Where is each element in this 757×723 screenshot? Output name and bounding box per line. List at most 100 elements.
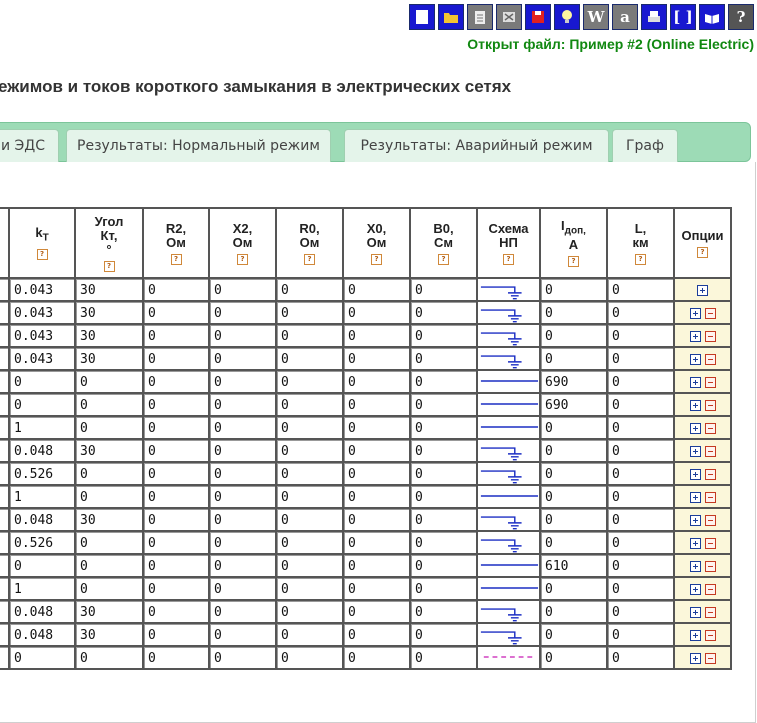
line-scheme-icon[interactable] [478, 555, 539, 576]
idop-field[interactable]: 0 [541, 440, 606, 461]
b0-field[interactable]: 0 [411, 348, 476, 369]
partial-field[interactable] [0, 279, 8, 300]
angle-field[interactable]: 0 [76, 486, 142, 507]
partial-field[interactable] [0, 417, 8, 438]
grounded-scheme-icon[interactable] [478, 440, 539, 461]
help-icon[interactable]: ? [371, 253, 382, 265]
r0-field[interactable]: 0 [277, 394, 342, 415]
r0-field[interactable]: 0 [277, 463, 342, 484]
kt-field[interactable]: 0 [10, 555, 74, 576]
r2-field[interactable]: 0 [144, 532, 208, 553]
x2-field[interactable]: 0 [210, 509, 275, 530]
l-field[interactable]: 0 [608, 624, 673, 645]
delete-row-icon[interactable] [704, 469, 716, 480]
r2-field[interactable]: 0 [144, 302, 208, 323]
x2-field[interactable]: 0 [210, 463, 275, 484]
b0-field[interactable]: 0 [411, 279, 476, 300]
x0-field[interactable]: 0 [344, 394, 409, 415]
help-icon[interactable]: ? [170, 253, 182, 265]
x0-field[interactable]: 0 [344, 417, 409, 438]
l-field[interactable]: 0 [608, 509, 673, 530]
x0-field[interactable]: 0 [344, 440, 409, 461]
b0-field[interactable]: 0 [411, 394, 476, 415]
new-file-icon[interactable] [409, 4, 435, 30]
tab-emf[interactable]: и ЭДС [0, 129, 59, 162]
delete-row-icon[interactable] [704, 492, 716, 503]
help-icon[interactable]: ? [237, 253, 248, 265]
idop-field[interactable]: 690 [541, 371, 606, 392]
close-file-icon[interactable] [496, 4, 522, 30]
b0-field[interactable]: 0 [411, 371, 476, 392]
help-icon[interactable]: ? [568, 256, 579, 268]
kt-field[interactable]: 0.048 [10, 509, 74, 530]
x0-field[interactable]: 0 [344, 325, 409, 346]
l-field[interactable]: 0 [608, 279, 673, 300]
kt-field[interactable]: 0.526 [10, 532, 74, 553]
partial-field[interactable] [0, 555, 8, 576]
r2-field[interactable]: 0 [144, 417, 208, 438]
line-scheme-icon[interactable] [478, 486, 539, 507]
kt-field[interactable]: 1 [10, 486, 74, 507]
add-row-icon[interactable] [689, 446, 701, 457]
r0-field[interactable]: 0 [277, 417, 342, 438]
angle-field[interactable]: 30 [76, 601, 142, 622]
grounded-scheme-icon[interactable] [478, 325, 539, 346]
b0-field[interactable]: 0 [411, 463, 476, 484]
tab-results-fault[interactable]: Результаты: Аварийный режим [344, 129, 609, 162]
kt-field[interactable]: 0 [10, 371, 74, 392]
l-field[interactable]: 0 [608, 463, 673, 484]
angle-field[interactable]: 30 [76, 624, 142, 645]
help-icon[interactable]: ? [304, 253, 315, 265]
add-row-icon[interactable] [689, 515, 701, 526]
l-field[interactable]: 0 [608, 647, 673, 668]
r2-field[interactable]: 0 [144, 371, 208, 392]
delete-row-icon[interactable] [704, 331, 716, 342]
idop-field[interactable]: 0 [541, 302, 606, 323]
r2-field[interactable]: 0 [144, 440, 208, 461]
help-icon[interactable]: ? [103, 260, 115, 272]
dashed-line-scheme-icon[interactable] [478, 647, 539, 668]
idop-field[interactable]: 0 [541, 486, 606, 507]
idop-field[interactable]: 0 [541, 325, 606, 346]
r0-field[interactable]: 0 [277, 555, 342, 576]
partial-field[interactable] [0, 440, 8, 461]
partial-field[interactable] [0, 348, 8, 369]
add-row-icon[interactable] [689, 308, 701, 319]
line-scheme-icon[interactable] [478, 578, 539, 599]
delete-row-icon[interactable] [704, 400, 716, 411]
x0-field[interactable]: 0 [344, 486, 409, 507]
x2-field[interactable]: 0 [210, 555, 275, 576]
kt-field[interactable]: 1 [10, 417, 74, 438]
angle-field[interactable]: 30 [76, 509, 142, 530]
kt-field[interactable]: 0.048 [10, 624, 74, 645]
r2-field[interactable]: 0 [144, 601, 208, 622]
angle-field[interactable]: 0 [76, 555, 142, 576]
idop-field[interactable]: 0 [541, 417, 606, 438]
line-scheme-icon[interactable] [478, 417, 539, 438]
r2-field[interactable]: 0 [144, 348, 208, 369]
partial-field[interactable] [0, 486, 8, 507]
r0-field[interactable]: 0 [277, 532, 342, 553]
x0-field[interactable]: 0 [344, 601, 409, 622]
angle-field[interactable]: 0 [76, 417, 142, 438]
angle-field[interactable]: 0 [76, 371, 142, 392]
x0-field[interactable]: 0 [344, 555, 409, 576]
lightbulb-icon[interactable] [554, 4, 580, 30]
r2-field[interactable]: 0 [144, 578, 208, 599]
r0-field[interactable]: 0 [277, 325, 342, 346]
add-row-icon[interactable] [689, 354, 701, 365]
manual-book-icon[interactable] [699, 4, 725, 30]
x0-field[interactable]: 0 [344, 578, 409, 599]
grounded-scheme-icon[interactable] [478, 532, 539, 553]
l-field[interactable]: 0 [608, 371, 673, 392]
l-field[interactable]: 0 [608, 601, 673, 622]
grounded-scheme-icon[interactable] [478, 509, 539, 530]
l-field[interactable]: 0 [608, 440, 673, 461]
add-row-icon[interactable] [689, 653, 701, 664]
idop-field[interactable]: 690 [541, 394, 606, 415]
b0-field[interactable]: 0 [411, 624, 476, 645]
delete-row-icon[interactable] [704, 354, 716, 365]
kt-field[interactable]: 0.526 [10, 463, 74, 484]
notepad-icon[interactable] [467, 4, 493, 30]
partial-field[interactable] [0, 509, 8, 530]
